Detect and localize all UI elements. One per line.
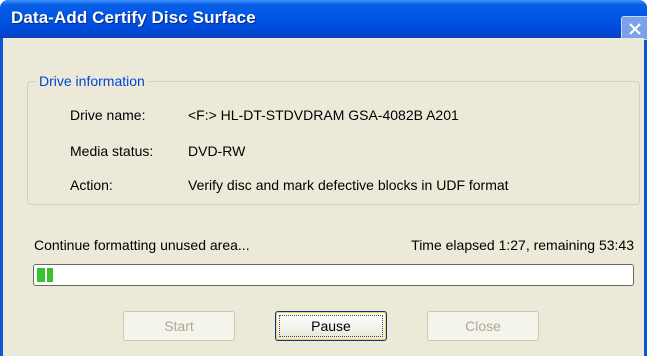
drive-name-label: Drive name: [70,107,146,123]
media-status-label: Media status: [70,143,154,159]
start-button-label: Start [164,318,194,334]
close-window-button[interactable] [621,16,647,40]
group-legend: Drive information [36,73,148,89]
close-icon [629,23,641,35]
action-label: Action: [70,177,113,193]
close-button-label: Close [465,318,501,334]
time-elapsed-text: Time elapsed 1:27, remaining 53:43 [411,237,634,253]
start-button[interactable]: Start [123,311,235,341]
progress-bar [33,264,634,286]
action-value: Verify disc and mark defective blocks in… [188,177,509,193]
media-status-value: DVD-RW [188,143,246,159]
progress-fill [37,268,53,282]
progress-status-text: Continue formatting unused area... [34,237,250,253]
pause-button-label: Pause [311,318,351,334]
drive-name-value: <F:> HL-DT-STDVDRAM GSA-4082B A201 [188,107,459,123]
window-title: Data-Add Certify Disc Surface [11,8,256,27]
title-bar[interactable]: Data-Add Certify Disc Surface [0,0,647,40]
dialog-window: Data-Add Certify Disc Surface Drive info… [0,0,647,356]
close-button[interactable]: Close [427,311,539,341]
pause-button[interactable]: Pause [275,311,387,341]
